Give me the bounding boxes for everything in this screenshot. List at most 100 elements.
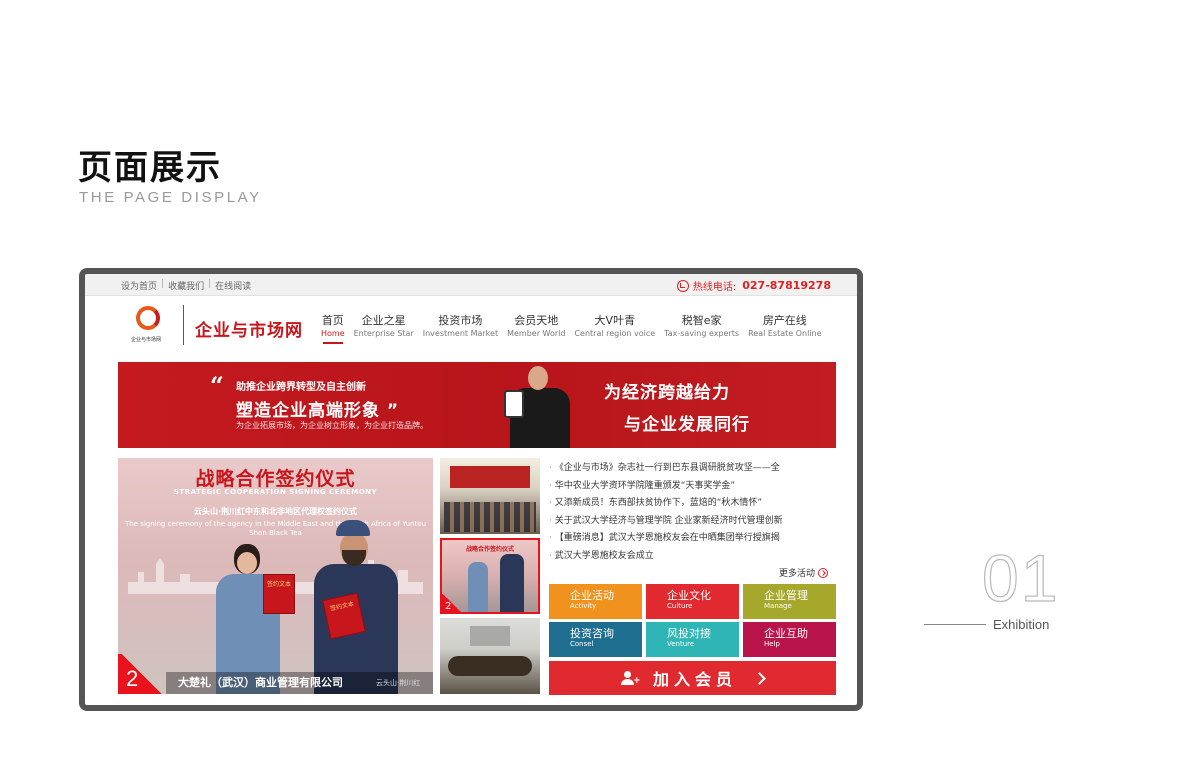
slide-number-badge: 2 [118, 654, 166, 694]
thumbnail-number-badge: 2 [442, 594, 462, 612]
feature-title: 战略合作签约仪式 [195, 468, 356, 490]
exhibit-label: Exhibition [993, 617, 1050, 632]
topbar-link-homepage[interactable]: 设为首页 [121, 279, 157, 292]
nav-item-member-world[interactable]: 会员天地 Member World [507, 314, 565, 339]
page-title: 页面展示 [78, 148, 222, 188]
hero-banner[interactable]: “ 助推企业跨界转型及自主创新 塑造企业高端形象 ” 为企业拓展市场，为企业树立… [118, 362, 836, 448]
join-member-button[interactable]: + 加入会员 [549, 661, 836, 695]
nav-label: 大V叶青 [594, 314, 636, 327]
feature-title-en: STRATEGIC COOPERATION SIGNING CEREMONY [173, 488, 378, 496]
nav-label: 首页 [321, 314, 344, 327]
nav-sublabel: Investment Market [422, 329, 499, 338]
logo-small-text: 企业与市场网 [131, 337, 162, 343]
signed-document-icon: 签约文本 [263, 574, 295, 614]
hotline: 热线电话: 027-87819278 [676, 278, 831, 293]
tile-label: 投资咨询 [570, 627, 614, 640]
plus-sign: + [632, 676, 641, 686]
tile-label: 企业文化 [667, 589, 711, 602]
quote-close-icon: ” [386, 401, 400, 421]
news-item[interactable]: 《企业与市场》杂志社一行到巴东县调研脱贫攻坚——全 [549, 460, 839, 478]
add-user-icon: + [620, 671, 641, 686]
site-logo[interactable]: 企业与市场网 [131, 306, 165, 344]
nav-item-tax-saving-experts[interactable]: 税智e家 Tax-saving experts [664, 314, 739, 339]
site-name: 企业与市场网 [195, 321, 303, 341]
hotline-number: 027-87819278 [742, 279, 831, 292]
hotline-label: 热线电话: [692, 282, 737, 293]
banner-line3: 为企业拓展市场，为企业树立形象，为企业打造品牌。 [236, 421, 428, 430]
banner-slogan2: 与企业发展同行 [624, 415, 750, 435]
thumbnail-title: 战略合作签约仪式 [465, 546, 514, 553]
tile-venture[interactable]: 风投对接 Venture [646, 622, 739, 657]
slide-number: 2 [126, 666, 139, 691]
feature-subtitle: 云头山·荆川红中东和北非地区代理权签约仪式 [193, 507, 358, 516]
news-list: 《企业与市场》杂志社一行到巴东县调研脱贫攻坚——全 华中农业大学资环学院隆重颁发… [549, 460, 839, 565]
nav-sublabel: Home [321, 329, 345, 338]
nav-item-investment-market[interactable]: 投资市场 Investment Market [423, 314, 498, 339]
tile-culture[interactable]: 企业文化 Culture [646, 584, 739, 619]
nav-label: 房产在线 [762, 314, 807, 327]
banner-line2-text: 塑造企业高端形象 [236, 401, 380, 421]
website-screen: 设为首页 | 收藏我们 | 在线阅读 热线电话: 027-87819278 企业… [85, 274, 857, 705]
exhibit-number: 01 [981, 540, 1060, 615]
more-activities-link[interactable]: 更多活动 [779, 566, 829, 579]
smartphone-icon [504, 390, 524, 418]
page-subtitle: THE PAGE DISPLAY [79, 189, 262, 206]
cap [336, 520, 370, 536]
thumbnail-conference-hall[interactable] [440, 458, 540, 534]
topbar-link-read-online[interactable]: 在线阅读 [215, 279, 251, 292]
tile-activity[interactable]: 企业活动 Activity [549, 584, 642, 619]
feature-caption-extra: 云头山·荆川红 [376, 679, 421, 687]
nav-sublabel: Tax-saving experts [664, 329, 740, 338]
nav-sublabel: Enterprise Star [353, 329, 414, 338]
nav-item-real-estate-online[interactable]: 房产在线 Real Estate Online [748, 314, 821, 339]
tile-manage[interactable]: 企业管理 Manage [743, 584, 836, 619]
more-label: 更多活动 [779, 569, 816, 579]
topbar-link-bookmark[interactable]: 收藏我们 [168, 279, 204, 292]
audience-seats [444, 502, 536, 532]
tile-sublabel: Manage [764, 602, 792, 610]
tile-sublabel: Activity [570, 602, 597, 610]
nav-active-indicator [323, 342, 343, 344]
tile-consel[interactable]: 投资咨询 Consel [549, 622, 642, 657]
news-item[interactable]: 华中农业大学资环学院隆重颁发“天事奖学金” [549, 478, 839, 496]
document-label: 签约文本 [266, 581, 291, 588]
feature-slide[interactable]: 战略合作签约仪式 STRATEGIC COOPERATION SIGNING C… [118, 458, 433, 694]
nav-label: 企业之星 [361, 314, 406, 327]
banner-line2: 塑造企业高端形象 ” [236, 396, 399, 421]
meeting-table [448, 656, 532, 676]
tile-label: 企业活动 [570, 589, 614, 602]
nav-item-central-region-voice[interactable]: 大V叶青 Central region voice [574, 314, 655, 339]
tile-sublabel: Consel [570, 640, 594, 648]
topbar: 设为首页 | 收藏我们 | 在线阅读 热线电话: 027-87819278 [85, 274, 857, 296]
logo-divider [183, 305, 184, 345]
nav-sublabel: Central region voice [574, 329, 656, 338]
tile-label: 风投对接 [667, 627, 711, 640]
nav-label: 投资市场 [438, 314, 483, 327]
news-item[interactable]: 武汉大学恩施校友会成立 [549, 548, 839, 566]
projection-screen [470, 626, 510, 646]
screenshot-frame: 设为首页 | 收藏我们 | 在线阅读 热线电话: 027-87819278 企业… [79, 268, 863, 711]
thumbnail-number: 2 [445, 601, 452, 612]
topbar-links: 设为首页 | 收藏我们 | 在线阅读 [121, 279, 251, 292]
quote-open-icon: “ [210, 371, 224, 400]
nav-sublabel: Member World [507, 329, 566, 338]
tile-sublabel: Culture [667, 602, 693, 610]
thumbnail-meeting-room[interactable] [440, 618, 540, 694]
banner-slogan1: 为经济跨越给力 [604, 383, 730, 403]
nav-item-enterprise-star[interactable]: 企业之星 Enterprise Star [354, 314, 414, 339]
person-head [528, 366, 548, 390]
tile-help[interactable]: 企业互助 Help [743, 622, 836, 657]
nav-item-home[interactable]: 首页 Home [321, 314, 345, 344]
news-item[interactable]: 关于武汉大学经济与管理学院 企业家新经济时代管理创新 [549, 513, 839, 531]
thumbnail-signing-ceremony[interactable]: 战略合作签约仪式 2 [440, 538, 540, 614]
topbar-separator: | [161, 279, 165, 289]
tile-sublabel: Help [764, 640, 780, 648]
nav-label: 会员天地 [514, 314, 559, 327]
feature-caption: 大楚礼（武汉）商业管理有限公司 [178, 676, 343, 689]
main-nav: 首页 Home 企业之星 Enterprise Star 投资市场 Invest… [321, 314, 831, 344]
banner-line1: 助推企业跨界转型及自主创新 [236, 382, 366, 393]
category-tiles: 企业活动 Activity 企业文化 Culture 企业管理 Manage 投… [549, 584, 837, 657]
news-item[interactable]: 又添新成员！东西部扶贫协作下，蓝焙的“秋木情怀” [549, 495, 839, 513]
news-item[interactable]: 【重磅消息】武汉大学恩施校友会在中晒集团举行授旗揭 [549, 530, 839, 548]
stage [450, 466, 530, 488]
